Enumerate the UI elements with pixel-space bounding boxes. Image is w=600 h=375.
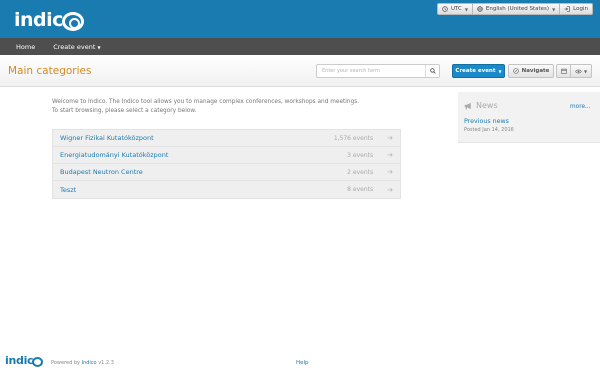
news-more-link[interactable]: more...: [570, 104, 591, 110]
chevron-down-icon: ▼: [97, 44, 101, 50]
welcome-line-2: To start browsing, please select a categ…: [52, 108, 197, 114]
language-button[interactable]: English (United States) ▼: [472, 3, 561, 15]
login-label: Login: [573, 6, 588, 12]
compass-icon: [512, 68, 519, 74]
help-link[interactable]: Help: [296, 360, 309, 366]
create-event-label: Create event: [455, 68, 496, 74]
category-event-count: 2 events: [347, 168, 374, 176]
category-event-count: 8 events: [347, 186, 374, 193]
powered-by-label: Powered by: [51, 360, 80, 366]
login-button[interactable]: Login: [560, 3, 593, 15]
login-icon: [564, 6, 570, 12]
category-name[interactable]: Wigner Fizikai Kutatóközpont: [60, 134, 313, 142]
search-icon: [429, 68, 436, 74]
category-name[interactable]: Teszt: [60, 186, 313, 194]
navigate-label: Navigate: [521, 68, 550, 74]
eye-icon: [575, 69, 582, 73]
clock-icon: [442, 6, 448, 12]
version-label: v1.2.3: [98, 360, 114, 366]
category-name[interactable]: Budapest Neutron Centre: [60, 168, 313, 176]
create-event-button[interactable]: Create event ▼: [452, 64, 505, 78]
navigate-button[interactable]: Navigate: [508, 64, 554, 78]
nav-create-event-label: Create event: [53, 42, 96, 51]
calendar-icon: [560, 68, 567, 74]
category-row[interactable]: Budapest Neutron Centre 2 events ➔: [53, 164, 400, 181]
category-event-count: 1,576 events: [333, 134, 374, 142]
category-event-count: 3 events: [347, 151, 374, 159]
footer-logo-o-mark: [32, 356, 44, 367]
search-box: [316, 64, 440, 78]
chevron-down-icon: ▼: [464, 6, 468, 12]
chevron-down-icon: ▼: [583, 68, 588, 74]
news-item-date: Posted Jan 14, 2016: [464, 127, 514, 133]
category-name[interactable]: Energiatudományi Kutatóközpont: [60, 151, 313, 159]
search-button[interactable]: [425, 65, 439, 77]
main-nav: Home Create event ▼: [0, 38, 600, 55]
arrow-right-icon: ➔: [387, 185, 393, 194]
language-label: English (United States): [485, 6, 550, 12]
arrow-right-icon: ➔: [387, 134, 393, 142]
calendar-button[interactable]: [556, 64, 571, 78]
megaphone-icon: [464, 102, 471, 109]
news-title: News: [476, 101, 498, 110]
news-heading: News: [464, 101, 498, 110]
category-row[interactable]: Teszt 8 events ➔: [53, 181, 400, 198]
footer-logo[interactable]: indic indico: [5, 354, 44, 367]
search-input[interactable]: [317, 65, 425, 77]
welcome-line-1: Welcome to Indico. The Indico tool allow…: [52, 99, 360, 105]
page-title: Main categories: [8, 65, 92, 77]
timezone-button[interactable]: UTC ▼: [436, 3, 473, 15]
footer: indic indico Powered by Indico v1.2.3 He…: [0, 350, 600, 375]
chevron-down-icon: ▼: [498, 68, 502, 74]
news-item-link[interactable]: Previous news: [464, 118, 509, 125]
footer-logo-wordmark: indic: [5, 354, 34, 367]
welcome-text: Welcome to Indico. The Indico tool allow…: [52, 98, 432, 116]
session-buttons: UTC ▼ English (United States) ▼ Login: [436, 3, 593, 15]
category-list: Wigner Fizikai Kutatóközpont 1,576 event…: [52, 129, 401, 199]
top-bar: indico indic UTC ▼ English (United State…: [0, 0, 600, 38]
logo-wordmark: indic: [14, 8, 63, 31]
view-options-button[interactable]: ▼: [570, 64, 592, 78]
news-panel: News more... Previous news Posted Jan 14…: [458, 92, 600, 143]
logo-o-mark: [61, 12, 84, 31]
indico-link[interactable]: Indico: [82, 360, 97, 366]
nav-home[interactable]: Home: [16, 43, 35, 51]
chevron-down-icon: ▼: [552, 6, 556, 12]
category-row[interactable]: Energiatudományi Kutatóközpont 3 events …: [53, 147, 400, 164]
indico-logo[interactable]: indico indic: [14, 7, 84, 32]
nav-create-event[interactable]: Create event ▼: [53, 43, 100, 51]
arrow-right-icon: ➔: [387, 168, 393, 176]
globe-icon: [477, 6, 483, 12]
category-row[interactable]: Wigner Fizikai Kutatóközpont 1,576 event…: [53, 130, 400, 147]
timezone-label: UTC: [450, 6, 462, 12]
page-header: Main categories Create event ▼ Navigate …: [0, 55, 600, 87]
arrow-right-icon: ➔: [387, 151, 393, 159]
powered-by: Powered by Indico v1.2.3: [51, 360, 114, 366]
